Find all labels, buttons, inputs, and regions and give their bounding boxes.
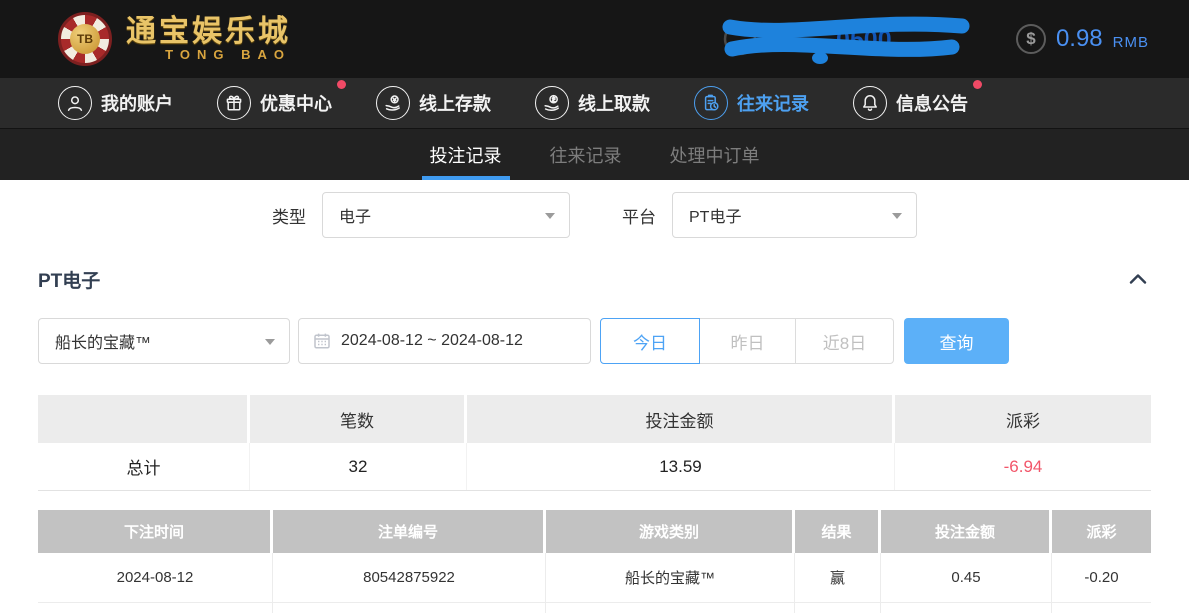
chevron-down-icon	[892, 213, 902, 219]
range-last8days-button[interactable]: 近8日	[795, 318, 894, 364]
game-select[interactable]: 船长的宝藏™	[38, 318, 290, 364]
balance-amount: 0.98	[1056, 25, 1103, 53]
tab-transaction-records[interactable]: 往来记录	[548, 129, 624, 180]
nav-item-deposit[interactable]: 线上存款	[376, 86, 505, 120]
date-range-value: 2024-08-12 ~ 2024-08-12	[341, 332, 523, 350]
page: TB 通宝娱乐城 TONG BAO 0500 $ 0.98 RMB	[0, 0, 1189, 613]
chevron-down-icon	[265, 339, 275, 345]
summary-count-value: 32	[250, 443, 467, 490]
type-select-value: 电子	[339, 203, 371, 227]
nav-label: 我的账户	[101, 90, 173, 116]
detail-header-bet: 投注金额	[881, 510, 1052, 553]
platform-label: 平台	[622, 203, 656, 228]
quick-range-buttons: 今日 昨日 近8日	[600, 318, 894, 364]
summary-header-blank	[38, 395, 250, 443]
balance-currency: RMB	[1113, 28, 1149, 51]
search-button[interactable]: 查询	[904, 318, 1009, 364]
nav-item-announcements[interactable]: 信息公告	[853, 86, 982, 120]
table-row-partial	[38, 603, 1151, 613]
summary-payout-value: -6.94	[895, 443, 1151, 490]
calendar-icon	[313, 332, 331, 350]
platform-select-value: PT电子	[689, 203, 741, 227]
bell-icon	[853, 86, 887, 120]
detail-header-game: 游戏类别	[546, 510, 795, 553]
platform-select[interactable]: PT电子	[672, 192, 917, 238]
bet-time: 2024-08-12	[38, 553, 273, 602]
nav-item-withdraw[interactable]: 线上取款	[535, 86, 664, 120]
wallet-balance[interactable]: $ 0.98 RMB	[1016, 24, 1149, 54]
game-name: 船长的宝藏™	[546, 553, 795, 602]
summary-total-row: 总计 32 13.59 -6.94	[38, 443, 1151, 491]
detail-header-result: 结果	[795, 510, 881, 553]
main-nav: 我的账户 优惠中心 线上存款 线上取款 往来记录	[0, 78, 1189, 128]
casino-chip-icon: TB	[58, 12, 112, 66]
nav-label: 信息公告	[896, 90, 968, 116]
site-title: 通宝娱乐城	[126, 16, 291, 48]
detail-header-row: 下注时间 注单编号 游戏类别 结果 投注金额 派彩	[38, 510, 1151, 553]
bet-amount: 0.45	[881, 553, 1052, 602]
chevron-up-icon	[1129, 274, 1147, 284]
nav-item-promotions[interactable]: 优惠中心	[217, 86, 346, 120]
redaction-scribble: 0500	[720, 11, 970, 67]
user-icon	[58, 86, 92, 120]
site-subtitle: TONG BAO	[126, 48, 291, 62]
controls-row: 船长的宝藏™ 2024-08-12 ~ 2024-08-12 今日 昨日 近8日…	[38, 318, 1151, 364]
order-id: 80542875922	[273, 553, 546, 602]
summary-table: 笔数 投注金额 派彩 总计 32 13.59 -6.94	[38, 395, 1151, 491]
detail-header-time: 下注时间	[38, 510, 273, 553]
nav-label: 线上存款	[419, 90, 491, 116]
detail-table: 下注时间 注单编号 游戏类别 结果 投注金额 派彩 2024-08-12 805…	[38, 510, 1151, 613]
table-row: 2024-08-12 80542875922 船长的宝藏™ 赢 0.45 -0.…	[38, 553, 1151, 603]
nav-label: 往来记录	[737, 90, 809, 116]
game-select-value: 船长的宝藏™	[55, 329, 151, 353]
summary-header-bet-amount: 投注金额	[467, 395, 895, 443]
type-filter-group: 类型 电子	[272, 192, 570, 238]
chip-monogram: TB	[70, 24, 100, 54]
deposit-icon	[376, 86, 410, 120]
type-label: 类型	[272, 203, 306, 228]
withdraw-icon	[535, 86, 569, 120]
range-today-button[interactable]: 今日	[600, 318, 700, 364]
records-icon	[694, 86, 728, 120]
detail-header-order-id: 注单编号	[273, 510, 546, 553]
filter-row: 类型 电子 平台 PT电子	[38, 192, 1151, 238]
notification-dot	[973, 80, 982, 89]
gift-icon	[217, 86, 251, 120]
nav-item-records[interactable]: 往来记录	[694, 86, 823, 120]
record-tabbar: 投注记录 往来记录 处理中订单	[0, 128, 1189, 180]
site-logo[interactable]: TB 通宝娱乐城 TONG BAO	[58, 12, 291, 66]
content: 类型 电子 平台 PT电子 PT电子	[0, 180, 1189, 613]
notification-dot	[337, 80, 346, 89]
logo-text: 通宝娱乐城 TONG BAO	[126, 16, 291, 62]
nav-label: 优惠中心	[260, 90, 332, 116]
summary-header-row: 笔数 投注金额 派彩	[38, 395, 1151, 443]
range-yesterday-button[interactable]: 昨日	[699, 318, 796, 364]
summary-header-count: 笔数	[250, 395, 467, 443]
chevron-down-icon	[545, 213, 555, 219]
summary-header-payout: 派彩	[895, 395, 1151, 443]
summary-total-label: 总计	[38, 443, 250, 490]
collapse-section-button[interactable]	[1125, 270, 1151, 288]
nav-item-my-account[interactable]: 我的账户	[58, 86, 187, 120]
result: 赢	[795, 553, 881, 602]
date-range-picker[interactable]: 2024-08-12 ~ 2024-08-12	[298, 318, 591, 364]
tab-bet-records[interactable]: 投注记录	[428, 129, 504, 180]
platform-filter-group: 平台 PT电子	[622, 192, 917, 238]
nav-label: 线上取款	[578, 90, 650, 116]
type-select[interactable]: 电子	[322, 192, 570, 238]
top-header: TB 通宝娱乐城 TONG BAO 0500 $ 0.98 RMB	[0, 0, 1189, 78]
section-header: PT电子	[38, 264, 1151, 294]
summary-bet-amount-value: 13.59	[467, 443, 895, 490]
dollar-icon: $	[1016, 24, 1046, 54]
tab-pending-orders[interactable]: 处理中订单	[668, 129, 762, 180]
redacted-username: 0500	[720, 11, 970, 67]
section-title: PT电子	[38, 266, 100, 293]
payout: -0.20	[1052, 553, 1151, 602]
detail-header-payout: 派彩	[1052, 510, 1151, 553]
balance-area: 0500 $ 0.98 RMB	[720, 11, 1149, 67]
